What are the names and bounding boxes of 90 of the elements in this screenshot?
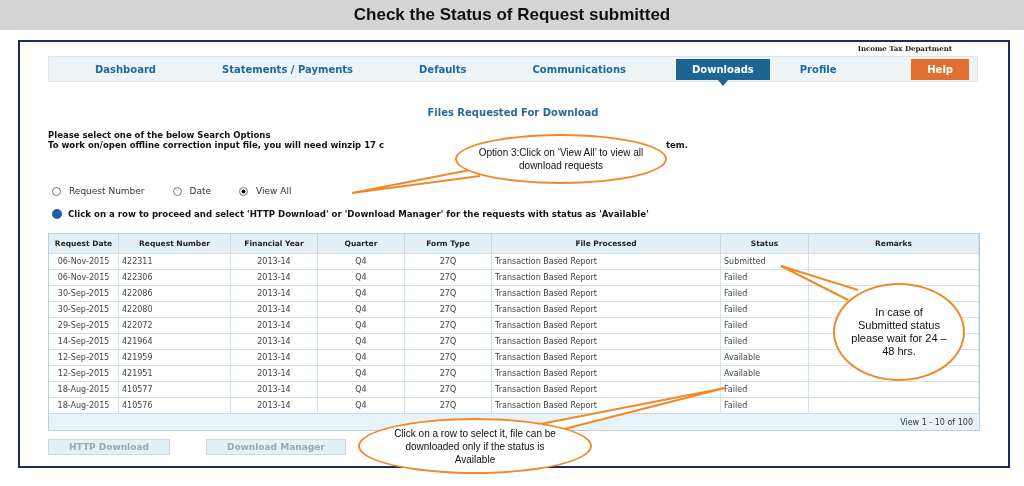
table-cell: Available	[721, 365, 809, 381]
table-cell: Failed	[721, 317, 809, 333]
table-cell: Failed	[721, 381, 809, 397]
table-cell: Transaction Based Report	[492, 317, 721, 333]
table-cell: 27Q	[405, 269, 492, 285]
table-cell: 27Q	[405, 397, 492, 413]
table-cell: Transaction Based Report	[492, 365, 721, 381]
table-cell: 18-Aug-2015	[49, 381, 119, 397]
table-cell: 421951	[119, 365, 231, 381]
table-cell: Transaction Based Report	[492, 301, 721, 317]
table-cell: Q4	[318, 349, 405, 365]
table-cell: Q4	[318, 253, 405, 269]
table-cell: Failed	[721, 285, 809, 301]
table-cell: 422080	[119, 301, 231, 317]
table-cell: Q4	[318, 301, 405, 317]
table-cell: Failed	[721, 301, 809, 317]
table-cell: Q4	[318, 269, 405, 285]
table-cell: 14-Sep-2015	[49, 333, 119, 349]
table-cell: 27Q	[405, 349, 492, 365]
nav-tab[interactable]: Defaults	[403, 58, 483, 80]
info-icon	[52, 209, 62, 219]
table-cell: 27Q	[405, 285, 492, 301]
table-cell: 06-Nov-2015	[49, 253, 119, 269]
table-cell: Q4	[318, 285, 405, 301]
page-heading: Files Requested For Download	[426, 107, 600, 118]
radio-label: View All	[256, 186, 292, 196]
table-cell: 30-Sep-2015	[49, 301, 119, 317]
nav-tab[interactable]: Profile	[783, 58, 853, 80]
radio-label: Date	[189, 186, 212, 196]
table-cell: Submitted	[721, 253, 809, 269]
table-cell: 410577	[119, 381, 231, 397]
table-cell: 30-Sep-2015	[49, 285, 119, 301]
table-cell: 18-Aug-2015	[49, 397, 119, 413]
table-cell: 12-Sep-2015	[49, 365, 119, 381]
table-cell: Transaction Based Report	[492, 285, 721, 301]
instruction-text: Please select one of the below Search Options	[48, 130, 272, 140]
table-cell: 2013-14	[231, 301, 318, 317]
radio-button[interactable]	[172, 186, 182, 196]
table-cell: Failed	[721, 269, 809, 285]
table-cell: 2013-14	[231, 381, 318, 397]
table-cell: 27Q	[405, 253, 492, 269]
table-cell: 421959	[119, 349, 231, 365]
table-cell: 06-Nov-2015	[49, 269, 119, 285]
table-cell: 29-Sep-2015	[49, 317, 119, 333]
table-cell: 422086	[119, 285, 231, 301]
table-cell: 2013-14	[231, 349, 318, 365]
table-cell: Transaction Based Report	[492, 349, 721, 365]
table-cell: 2013-14	[231, 317, 318, 333]
table-cell: 2013-14	[231, 269, 318, 285]
table-cell: 421964	[119, 333, 231, 349]
table-cell: Q4	[318, 333, 405, 349]
table-cell: 410576	[119, 397, 231, 413]
table-cell: 422072	[119, 317, 231, 333]
table-cell: 27Q	[405, 317, 492, 333]
table-cell: Failed	[721, 333, 809, 349]
pager-text: View 1 - 10 of 100	[900, 417, 973, 427]
table-cell: 2013-14	[231, 333, 318, 349]
table-cell: 27Q	[405, 365, 492, 381]
table-cell: Transaction Based Report	[492, 253, 721, 269]
help-button[interactable]: Help	[911, 58, 969, 80]
radio-button[interactable]	[239, 186, 249, 196]
nav-tab[interactable]: Statements / Payments	[206, 58, 370, 80]
nav-tab[interactable]: Communications	[516, 58, 643, 80]
table-cell: 27Q	[405, 301, 492, 317]
instruction-text: tem.	[666, 140, 688, 150]
nav-tab[interactable]: Dashboard	[79, 58, 172, 80]
table-cell: Q4	[318, 365, 405, 381]
table-cell: 2013-14	[231, 397, 318, 413]
table-cell: 12-Sep-2015	[49, 349, 119, 365]
info-text: Click on a row to proceed and select 'HTTP Download' or 'Download Manager' for the requests with status as 'Available'	[68, 209, 649, 219]
tab-pointer-icon	[717, 79, 728, 86]
slide-title: Check the Status of Request submitted	[353, 5, 671, 25]
table-cell: 422311	[119, 253, 231, 269]
table-cell: Failed	[721, 397, 809, 413]
radio-button[interactable]	[52, 186, 61, 196]
table-cell: Q4	[318, 397, 405, 413]
table-cell: 2013-14	[231, 365, 318, 381]
table-cell: Transaction Based Report	[492, 381, 721, 397]
table-cell: 2013-14	[231, 253, 318, 269]
radio-label: Request Number	[69, 186, 145, 196]
table-cell: Transaction Based Report	[492, 333, 721, 349]
table-cell: 2013-14	[231, 285, 318, 301]
table-cell: 27Q	[405, 333, 492, 349]
table-cell: Q4	[318, 381, 405, 397]
table-cell: Transaction Based Report	[492, 269, 721, 285]
table-cell: Q4	[318, 317, 405, 333]
table-cell: Available	[721, 349, 809, 365]
table-cell: 27Q	[405, 381, 492, 397]
table-cell: 422306	[119, 269, 231, 285]
instruction-text: To work on/open offline correction input file, you will need winzip 17 c	[48, 140, 384, 150]
